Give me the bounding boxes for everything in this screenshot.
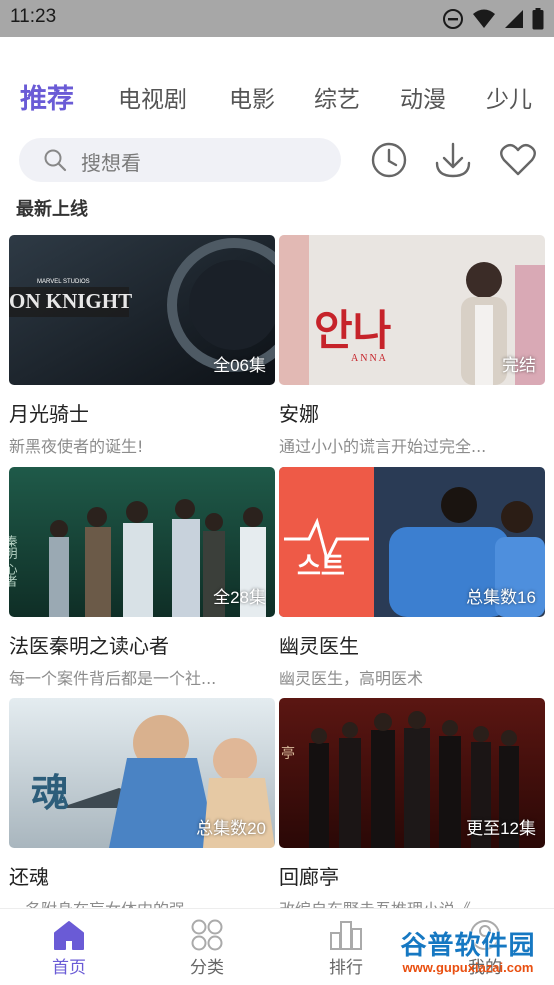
video-card[interactable]: MARVEL STUDIOS ON KNIGHT 全06集 月光骑士 新黑夜使者…	[9, 235, 275, 456]
cell-signal-icon	[505, 10, 523, 28]
nav-home[interactable]: 首页	[24, 909, 114, 985]
search-input[interactable]: 搜想看	[19, 138, 341, 182]
nav-label: 分类	[190, 958, 224, 978]
poster-subtitle: ANNA	[351, 353, 388, 364]
poster-title-text: 안나	[314, 306, 391, 355]
episode-badge: 全28集	[213, 588, 266, 607]
watermark-name: 谷普软件园	[400, 931, 536, 961]
category-icon	[191, 919, 223, 951]
poster-image: 秦明 心者 全28集	[9, 467, 275, 617]
search-placeholder: 搜想看	[81, 151, 141, 175]
card-description: 每一个案件背后都是一个社...	[9, 669, 217, 688]
poster-title-text: 秦明 心者	[9, 535, 18, 588]
video-card[interactable]: 秦明 心者 全28集 法医秦明之读心者 每一个案件背后都是一个社...	[9, 467, 275, 688]
card-title: 回廊亭	[279, 865, 339, 889]
card-description: 新黑夜使者的诞生!	[9, 437, 144, 456]
tab-kids[interactable]: 少儿	[486, 80, 532, 114]
poster-title-text: 스트	[297, 552, 345, 582]
site-watermark: 谷普软件园 www.gupuxiazai.com	[384, 925, 552, 981]
card-title: 还魂	[9, 865, 49, 889]
download-icon[interactable]	[434, 141, 472, 179]
episode-badge: 全06集	[213, 356, 266, 375]
watermark-url: www.gupuxiazai.com	[402, 960, 534, 975]
status-time: 11:23	[10, 6, 57, 27]
video-card[interactable]: 스트 总集数16 幽灵医生 幽灵医生，高明医术	[279, 467, 545, 688]
tab-recommended[interactable]: 推荐	[20, 77, 74, 116]
poster-image: 안나 ANNA 完结	[279, 235, 545, 385]
search-icon	[44, 149, 67, 172]
card-title: 法医秦明之读心者	[9, 634, 169, 658]
ranking-icon	[330, 921, 362, 950]
section-title: 最新上线	[16, 199, 88, 220]
tab-tv-series[interactable]: 电视剧	[118, 80, 187, 114]
nav-label: 首页	[52, 958, 86, 978]
nav-label: 排行	[329, 958, 363, 978]
video-card[interactable]: 魂 总集数20 还魂 一名附身在盲女体内的强...	[9, 698, 275, 919]
card-description: 幽灵医生，高明医术	[279, 669, 424, 688]
nav-category[interactable]: 分类	[162, 909, 252, 985]
home-icon	[54, 921, 84, 950]
category-tabs: 推荐 电视剧 电影 综艺 动漫 少儿	[0, 80, 554, 126]
tab-anime[interactable]: 动漫	[400, 80, 446, 114]
status-bar: 11:23	[0, 0, 554, 37]
poster-image: 亭 更至12集	[279, 698, 545, 848]
poster-title-text: ON KNIGHT	[9, 289, 132, 313]
do-not-disturb-icon	[443, 9, 463, 29]
poster-image: 魂 总集数20	[9, 698, 275, 848]
poster-brand: MARVEL STUDIOS	[37, 279, 90, 285]
poster-image: 스트 总集数16	[279, 467, 545, 617]
status-icons	[442, 7, 544, 31]
status-badge: 完结	[502, 356, 536, 375]
tab-movies[interactable]: 电影	[229, 80, 275, 114]
episode-badge: 总集数16	[466, 588, 536, 607]
poster-title-text: 魂	[31, 770, 69, 815]
card-title: 幽灵医生	[279, 634, 359, 658]
episode-badge: 更至12集	[466, 819, 536, 838]
card-description: 通过小小的谎言开始过完全...	[279, 437, 487, 456]
battery-icon	[532, 8, 544, 30]
history-icon[interactable]	[370, 141, 408, 179]
video-card[interactable]: 亭 更至12集 回廊亭 改编自东野圭吾推理小说《...	[279, 698, 545, 919]
card-title: 安娜	[279, 402, 319, 426]
poster-title-text: 亭	[281, 745, 295, 762]
card-title: 月光骑士	[9, 402, 89, 426]
poster-image: MARVEL STUDIOS ON KNIGHT 全06集	[9, 235, 275, 385]
video-card[interactable]: 안나 ANNA 完结 安娜 通过小小的谎言开始过完全...	[279, 235, 545, 456]
episode-badge: 总集数20	[196, 819, 266, 838]
tab-variety[interactable]: 综艺	[314, 80, 360, 114]
nav-ranking[interactable]: 排行	[301, 909, 391, 985]
wifi-icon	[473, 9, 495, 28]
favorite-heart-icon[interactable]	[499, 141, 537, 179]
